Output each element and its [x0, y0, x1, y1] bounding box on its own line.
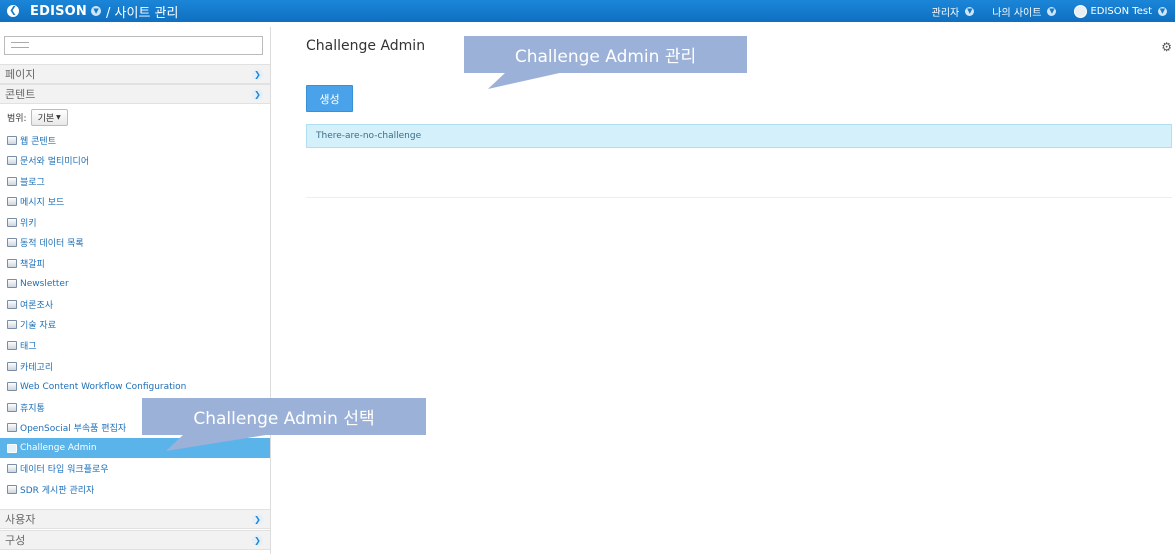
gear-icon[interactable]: ⚙: [1161, 40, 1172, 54]
manage-callout: Challenge Admin 관리: [464, 36, 747, 73]
chevron-down-icon: ▼: [965, 6, 975, 16]
documents-icon: [7, 156, 17, 166]
sidebar-item-label: 휴지통: [20, 403, 45, 414]
sidebar-item[interactable]: 여론조사: [0, 294, 270, 314]
page-title: Challenge Admin: [306, 38, 426, 54]
scope-label: 범위:: [7, 114, 27, 124]
polls-icon: [7, 299, 17, 309]
breadcrumb: / 사이트 관리: [106, 5, 179, 21]
scope-dropdown[interactable]: 기본 ▼: [30, 109, 68, 126]
section-configuration[interactable]: 구성 ❯: [0, 530, 270, 550]
admin-menu-label: 관리자: [931, 7, 960, 19]
message-board-icon: [7, 197, 17, 207]
admin-sidebar: 페이지 ❯ 콘텐트 ❯ 범위: 기본 ▼ 웹 콘텐트문서와 멀티미디어블로그메시…: [0, 27, 271, 554]
scope-value: 기본: [37, 114, 55, 124]
knowledge-base-icon: [7, 320, 17, 330]
sidebar-item-label: Challenge Admin: [20, 443, 97, 454]
opensocial-icon: [7, 423, 17, 433]
section-content[interactable]: 콘텐트 ❯: [0, 84, 270, 104]
sidebar-item[interactable]: 태그: [0, 336, 270, 356]
my-sites-menu-label: 나의 사이트: [992, 7, 1042, 19]
chevron-down-icon: ▼: [1158, 6, 1167, 16]
chevron-down-icon: ❯: [252, 89, 263, 100]
admin-menu[interactable]: 관리자 ▼: [932, 4, 975, 19]
newsletter-icon: [7, 279, 17, 289]
empty-message: There-are-no-challenge: [306, 124, 1172, 148]
sidebar-item-label: SDR 게시판 관리자: [20, 485, 95, 496]
workflow-icon: [7, 382, 17, 392]
blog-icon: [7, 176, 17, 186]
chevron-right-icon: ❯: [252, 535, 263, 546]
back-circle-icon[interactable]: ❮: [7, 5, 19, 17]
dynamic-data-icon: [7, 238, 17, 248]
search-input[interactable]: [4, 36, 263, 55]
sidebar-item[interactable]: 블로그: [0, 171, 270, 191]
bookmarks-icon: [7, 258, 17, 268]
sidebar-item-label: 웹 콘텐트: [20, 136, 56, 147]
sidebar-item-label: OpenSocial 부속품 편집자: [20, 424, 127, 435]
chevron-down-icon: ▼: [1047, 6, 1057, 16]
sidebar-item[interactable]: 메시지 보드: [0, 192, 270, 212]
sidebar-item[interactable]: 동적 데이터 목록: [0, 233, 270, 253]
sidebar-item-label: 기술 자료: [20, 321, 56, 332]
sidebar-item[interactable]: 기술 자료: [0, 315, 270, 335]
divider: [306, 197, 1172, 198]
user-name: EDISON Test: [1090, 5, 1152, 17]
select-callout-tail: [166, 434, 272, 451]
top-navigation-bar: ❮ EDISON ▼ / 사이트 관리 관리자 ▼ 나의 사이트 ▼ EDISO…: [0, 0, 1175, 22]
categories-icon: [7, 361, 17, 371]
section-label: 사용자: [5, 513, 36, 526]
sidebar-item[interactable]: 카테고리: [0, 356, 270, 376]
trash-icon: [7, 402, 17, 412]
sidebar-item-label: 메시지 보드: [20, 198, 65, 209]
tags-icon: [7, 341, 17, 350]
sidebar-item[interactable]: 책갈피: [0, 253, 270, 273]
scope-selector: 범위: 기본 ▼: [7, 109, 68, 126]
create-button[interactable]: 생성: [306, 85, 353, 112]
site-name[interactable]: EDISON: [30, 4, 87, 19]
sidebar-item-label: Newsletter: [20, 278, 69, 289]
sidebar-item-label: 책갈피: [20, 259, 45, 270]
sidebar-item-label: 블로그: [20, 177, 45, 188]
avatar: [1074, 4, 1088, 18]
sidebar-item-label: 카테고리: [20, 362, 54, 373]
section-label: 페이지: [5, 68, 36, 81]
search-placeholder-icon: [11, 42, 29, 48]
sidebar-item[interactable]: Newsletter: [0, 274, 270, 294]
sidebar-item-label: Web Content Workflow Configuration: [20, 381, 187, 392]
section-label: 구성: [5, 534, 26, 547]
sdr-board-icon: [7, 484, 17, 494]
section-pages[interactable]: 페이지 ❯: [0, 64, 270, 84]
top-right-menus: 관리자 ▼ 나의 사이트 ▼ EDISON Test ▼: [932, 0, 1175, 22]
sidebar-item[interactable]: SDR 게시판 관리자: [0, 479, 270, 499]
main-content: Challenge Admin ⚙ 생성 There-are-no-challe…: [271, 27, 1175, 554]
select-callout: Challenge Admin 선택: [142, 398, 426, 435]
chevron-right-icon: ❯: [252, 69, 263, 80]
sidebar-item-label: 동적 데이터 목록: [20, 239, 84, 250]
section-users[interactable]: 사용자 ❯: [0, 509, 270, 529]
chevron-down-icon[interactable]: ▼: [91, 6, 102, 16]
sidebar-item[interactable]: Web Content Workflow Configuration: [0, 377, 270, 397]
section-label: 콘텐트: [5, 88, 36, 101]
web-content-icon: [7, 135, 17, 145]
sidebar-item[interactable]: 데이터 타입 워크플로우: [0, 459, 270, 479]
data-type-icon: [7, 464, 17, 474]
wiki-icon: [7, 217, 17, 227]
sidebar-item-label: 태그: [20, 342, 37, 352]
sidebar-item-label: 여론조사: [20, 300, 54, 311]
sidebar-item[interactable]: 위키: [0, 212, 270, 232]
my-sites-menu[interactable]: 나의 사이트 ▼: [992, 4, 1057, 19]
sidebar-item-label: 위키: [20, 218, 37, 229]
caret-down-icon: ▼: [56, 114, 61, 121]
sidebar-item-label: 문서와 멀티미디어: [20, 157, 90, 168]
manage-callout-tail: [488, 72, 564, 89]
sidebar-item-label: 데이터 타입 워크플로우: [20, 465, 109, 476]
sidebar-item[interactable]: 웹 콘텐트: [0, 130, 270, 150]
challenge-icon: [7, 443, 17, 453]
chevron-right-icon: ❯: [252, 514, 263, 525]
sidebar-item[interactable]: 문서와 멀티미디어: [0, 151, 270, 171]
user-menu[interactable]: EDISON Test ▼: [1074, 4, 1167, 18]
